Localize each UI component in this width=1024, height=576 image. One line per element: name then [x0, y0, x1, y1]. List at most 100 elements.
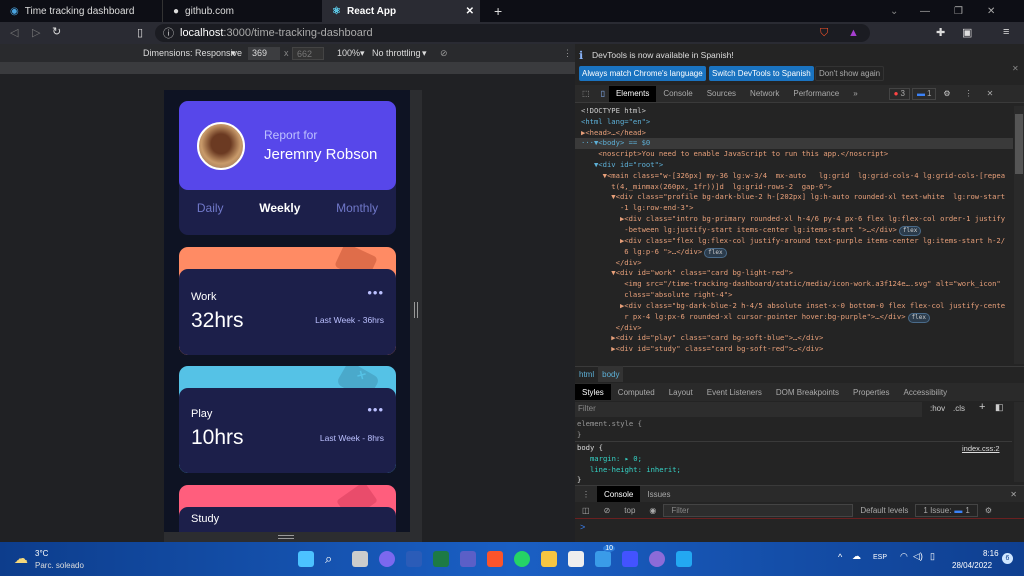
onedrive-icon[interactable]: ☁: [852, 551, 861, 562]
chat-icon[interactable]: [379, 551, 395, 567]
extensions-icon[interactable]: ✚: [936, 26, 945, 39]
element-style-rule[interactable]: element.style { }: [577, 419, 642, 441]
close-drawer-icon[interactable]: ✕: [1003, 486, 1024, 502]
tab-properties[interactable]: Properties: [846, 384, 896, 400]
tab-accessibility[interactable]: Accessibility: [897, 384, 955, 400]
chevron-up-icon[interactable]: ^: [838, 552, 842, 562]
more-icon[interactable]: •••: [367, 402, 384, 417]
dont-show-again-button[interactable]: Don't show again: [815, 66, 885, 81]
tab-console[interactable]: Console: [656, 86, 699, 102]
dimensions-select[interactable]: Dimensions: Responsive: [143, 48, 242, 58]
viewport-resize-handle-bottom[interactable]: [164, 532, 422, 542]
whatsapp-icon[interactable]: [514, 551, 530, 567]
throttling-select[interactable]: No throttling: [372, 48, 421, 58]
clock-time[interactable]: 8:16: [983, 549, 999, 558]
tab-search-icon[interactable]: ⌄: [880, 0, 898, 22]
notification-badge[interactable]: 6: [1002, 553, 1013, 564]
tab-event-listeners[interactable]: Event Listeners: [700, 384, 769, 400]
tab-monthly[interactable]: Monthly: [336, 201, 378, 215]
search-icon[interactable]: ⌕: [325, 551, 341, 567]
play-card-body[interactable]: Play ••• 10hrs Last Week - 8hrs: [179, 388, 396, 473]
battery-icon[interactable]: ▯: [930, 551, 935, 562]
height-input[interactable]: 662: [292, 46, 324, 60]
dom-node-line[interactable]: ▼<div id="root">: [575, 160, 1013, 171]
breadcrumb-body[interactable]: body: [598, 366, 624, 382]
dom-node-line[interactable]: <html lang="en">: [575, 117, 1013, 128]
dom-node-line[interactable]: <img src="/time-tracking-dashboard/stati…: [575, 279, 1013, 290]
store-icon[interactable]: [568, 551, 584, 567]
line-height-declaration[interactable]: line-height: inherit;: [590, 465, 681, 474]
tab-react-app[interactable]: ⚛ React App ✕: [322, 0, 480, 22]
clock-date[interactable]: 28/04/2022: [952, 561, 992, 570]
errors-badge[interactable]: ● 3: [888, 87, 910, 100]
more-icon[interactable]: •••: [367, 285, 384, 300]
dom-node-line[interactable]: ▶<div class="intro bg-primary rounded-xl…: [575, 214, 1013, 225]
dom-node-line[interactable]: -between lg:justify-start items-center l…: [575, 225, 1013, 236]
tab-github[interactable]: ● github.com: [162, 0, 320, 22]
dom-node-line[interactable]: <!DOCTYPE html>: [575, 106, 1013, 117]
back-icon[interactable]: ◁: [10, 26, 18, 39]
dom-node-line[interactable]: ▶<head>…</head>: [575, 128, 1013, 139]
rotate-icon[interactable]: ⊘: [440, 48, 448, 59]
tab-daily[interactable]: Daily: [197, 201, 224, 215]
dom-node-line[interactable]: ▶<div class="flex lg:flex-col justify-ar…: [575, 236, 1013, 247]
zoom-select[interactable]: 100%: [337, 48, 360, 58]
brave-rewards-icon[interactable]: ▲: [848, 27, 859, 39]
dom-node-line[interactable]: ▶<div id="play" class="card bg-soft-blue…: [575, 333, 1013, 344]
minimize-icon[interactable]: —: [920, 6, 930, 17]
maximize-icon[interactable]: ❐: [954, 6, 963, 17]
tab-dom-breakpoints[interactable]: DOM Breakpoints: [769, 384, 846, 400]
eclipse-icon[interactable]: [649, 551, 665, 567]
vscode-icon[interactable]: [676, 551, 692, 567]
scrollbar-thumb[interactable]: [1015, 114, 1023, 174]
switch-spanish-button[interactable]: Switch DevTools to Spanish: [709, 66, 814, 81]
match-language-button[interactable]: Always match Chrome's language: [579, 66, 706, 81]
dom-node-line[interactable]: ▼<div class="profile bg-dark-blue-2 h-[2…: [575, 192, 1013, 203]
dom-node-line[interactable]: t(4,_minmax(260px,_1fr))]d lg:grid-rows-…: [575, 182, 1013, 193]
close-window-icon[interactable]: ✕: [987, 6, 995, 17]
tab-styles[interactable]: Styles: [575, 384, 611, 400]
teams-icon[interactable]: [460, 551, 476, 567]
console-filter-input[interactable]: Filter: [663, 503, 854, 517]
sidebar-toggle-icon[interactable]: ◧: [995, 402, 1004, 413]
dom-scrollbar[interactable]: [1014, 106, 1024, 364]
styles-scrollbar[interactable]: [1014, 402, 1024, 482]
excel-icon[interactable]: [433, 551, 449, 567]
more-icon[interactable]: ⋮: [958, 86, 980, 102]
width-input[interactable]: 369: [248, 46, 280, 60]
menu-icon[interactable]: ≡: [1003, 26, 1009, 38]
tab-elements[interactable]: Elements: [608, 85, 657, 102]
language-indicator[interactable]: ESP: [873, 554, 887, 561]
device-toggle-icon[interactable]: ▯: [597, 86, 609, 102]
console-settings-icon[interactable]: ⚙: [978, 502, 999, 518]
dom-node-line[interactable]: </div>: [575, 258, 1013, 269]
close-notice-icon[interactable]: ✕: [1012, 64, 1019, 73]
forward-icon[interactable]: ▷: [32, 26, 40, 39]
dom-node-line[interactable]: ▶<div class="bg-dark-blue-2 h-4/5 absolu…: [575, 301, 1013, 312]
inspect-icon[interactable]: ⬚: [575, 86, 597, 102]
context-select[interactable]: top: [617, 502, 642, 518]
dom-node-line[interactable]: class="absolute right-4">: [575, 290, 1013, 301]
new-tab-button[interactable]: +: [484, 0, 502, 22]
dom-node-line[interactable]: ▼<main class="w-[326px] my-36 lg:w-3/4 m…: [575, 171, 1013, 182]
tab-time-tracking[interactable]: ◉ Time tracking dashboard: [0, 0, 160, 22]
drawer-tab-issues[interactable]: Issues: [640, 486, 677, 502]
more-tabs-icon[interactable]: »: [846, 86, 864, 102]
linear-icon[interactable]: [622, 551, 638, 567]
dom-node-line[interactable]: ▼<div id="work" class="card bg-light-red…: [575, 268, 1013, 279]
close-tab-icon[interactable]: ✕: [466, 6, 474, 17]
body-rule[interactable]: body { margin: ▸ 0; line-height: inherit…: [577, 443, 681, 486]
file-explorer-icon[interactable]: [541, 551, 557, 567]
wallet-icon[interactable]: ▣: [962, 26, 972, 39]
drawer-menu-icon[interactable]: ⋮: [575, 486, 597, 502]
tab-network[interactable]: Network: [743, 86, 786, 102]
dom-node-line[interactable]: <noscript>You need to enable JavaScript …: [575, 149, 1013, 160]
tab-computed[interactable]: Computed: [611, 384, 662, 400]
dom-node-line[interactable]: ▶<div id="study" class="card bg-soft-red…: [575, 344, 1013, 355]
tab-performance[interactable]: Performance: [786, 86, 846, 102]
margin-declaration[interactable]: margin: ▸ 0;: [590, 454, 642, 463]
breadcrumb-html[interactable]: html: [575, 366, 598, 382]
tab-layout[interactable]: Layout: [662, 384, 700, 400]
viewport-resize-handle-right[interactable]: [410, 90, 422, 532]
settings-icon[interactable]: ⚙: [936, 86, 957, 102]
